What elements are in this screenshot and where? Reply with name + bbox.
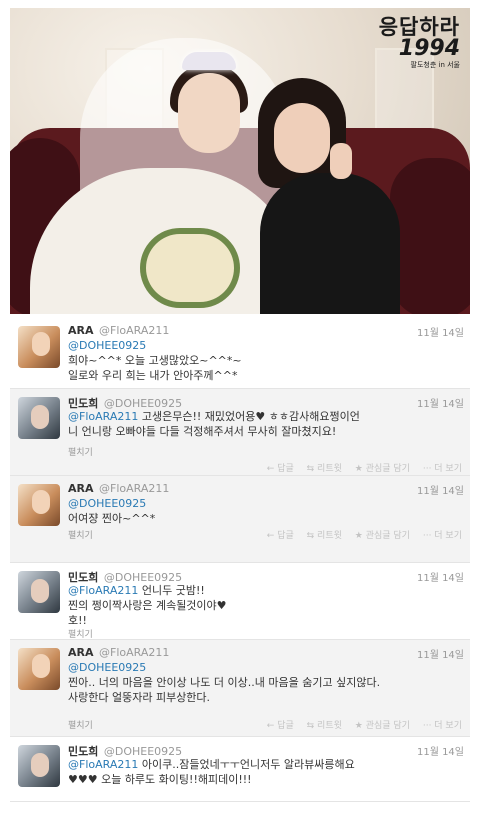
tweet-line: 사랑한다 얼뚱자라 피부상한다. (68, 691, 211, 704)
friend-face (274, 103, 330, 173)
tweet-text: @FloARA211 언니두 굿밤!! 찐의 쩡이짝사랑은 계속될것이야♥ 호!… (68, 583, 458, 628)
favorite-button[interactable]: ★ 관심글 담기 (355, 464, 410, 474)
tweet[interactable]: 민도희 @DOHEE0925 11월 14일 @FloARA211 언니두 굿밤… (10, 563, 470, 640)
tweet-line: 어여쟝 찐아~^^* (68, 512, 156, 525)
mention-link[interactable]: @FloARA211 (68, 758, 138, 771)
mention-link[interactable]: @DOHEE0925 (68, 496, 458, 511)
tweet-actions: ← 답글 ⇆ 리트윗 ★ 관심글 담기 ··· 더 보기 (257, 528, 462, 541)
v-sign-hand (330, 143, 352, 179)
tweet-header: ARA @FloARA211 (68, 324, 169, 337)
retweet-button[interactable]: ⇆ 리트윗 (307, 721, 342, 731)
avatar[interactable] (18, 484, 60, 526)
expand-link[interactable]: 펼치기 (68, 718, 93, 731)
tweet-line: 니 언니랑 오빠야들 다들 걱정해주셔서 무사히 잘마쳤지요! (68, 425, 337, 438)
tweet-text: @FloARA211 아이쿠..잠들었네ㅜㅜ언니저두 알라뷰싸릉해요 ♥♥♥ 오… (68, 757, 458, 787)
more-button[interactable]: ··· 더 보기 (423, 531, 462, 541)
tweet-line: 아이쿠..잠들었네ㅜㅜ언니저두 알라뷰싸릉해요 (141, 758, 355, 771)
expand-link[interactable]: 펼치기 (68, 528, 93, 541)
reply-button[interactable]: ← 답글 (267, 464, 294, 474)
drama-logo: 응답하라 1994 팔도청춘 in 서울 (340, 16, 460, 70)
user-name[interactable]: ARA (68, 646, 94, 659)
tweet-date[interactable]: 11월 14일 (417, 324, 464, 339)
bouquet (140, 228, 240, 308)
tweet[interactable]: ARA @FloARA211 11월 14일 @DOHEE0925 찐아.. 너… (10, 640, 470, 737)
logo-subtitle: 팔도청춘 in 서울 (410, 61, 460, 69)
expand-link[interactable]: 펼치기 (68, 627, 93, 640)
tweet-header: ARA @FloARA211 (68, 482, 169, 495)
mention-link[interactable]: @FloARA211 (68, 410, 138, 423)
tweet-line: 언니두 굿밤!! (141, 584, 205, 597)
tweet-actions: ← 답글 ⇆ 리트윗 ★ 관심글 담기 ··· 더 보기 (257, 718, 462, 731)
tweet-header: ARA @FloARA211 (68, 646, 169, 659)
tweet-line: ♥♥♥ 오늘 하루도 화이팅!!해피데이!!! (68, 773, 252, 786)
retweet-button[interactable]: ⇆ 리트윗 (307, 531, 342, 541)
avatar[interactable] (18, 397, 60, 439)
tweet-date[interactable]: 11월 14일 (417, 646, 464, 661)
sofa-arm-right (390, 158, 470, 314)
tweet[interactable]: ARA @FloARA211 11월 14일 @DOHEE0925 어여쟝 찐아… (10, 476, 470, 563)
tweet-line: 일로와 우리 희는 내가 안아주께^^* (68, 369, 238, 382)
expand-link[interactable]: 펼치기 (68, 445, 93, 458)
tiara (182, 52, 236, 70)
tweet-text: @DOHEE0925 희야~^^* 오늘 고생많았오~^^*~ 일로와 우리 희… (68, 338, 458, 383)
logo-title: 응답하라 (378, 15, 460, 39)
tweet-line: 고생은무슨!! 재밌었어용♥ ㅎㅎ감사해요쩡이언 (141, 410, 360, 423)
tweet-line: 희야~^^* 오늘 고생많았오~^^*~ (68, 354, 242, 367)
tweet-date[interactable]: 11월 14일 (417, 743, 464, 758)
user-handle[interactable]: @FloARA211 (99, 482, 169, 495)
logo-year: 1994 (398, 36, 460, 61)
retweet-button[interactable]: ⇆ 리트윗 (307, 464, 342, 474)
avatar[interactable] (18, 326, 60, 368)
more-button[interactable]: ··· 더 보기 (423, 721, 462, 731)
favorite-button[interactable]: ★ 관심글 담기 (355, 531, 410, 541)
tweet-date[interactable]: 11월 14일 (417, 482, 464, 497)
bride-face (178, 73, 240, 153)
user-name[interactable]: ARA (68, 482, 94, 495)
tweet-text: @DOHEE0925 찐아.. 너의 마음을 안이상 나도 더 이상..내 마음… (68, 660, 458, 705)
tweet[interactable]: 민도희 @DOHEE0925 11월 14일 @FloARA211 고생은무슨!… (10, 389, 470, 476)
more-button[interactable]: ··· 더 보기 (423, 464, 462, 474)
tweet-date[interactable]: 11월 14일 (417, 569, 464, 584)
wedding-photo: 응답하라 1994 팔도청춘 in 서울 (10, 8, 470, 314)
tweet-line: 호!! (68, 614, 87, 627)
avatar[interactable] (18, 745, 60, 787)
favorite-button[interactable]: ★ 관심글 담기 (355, 721, 410, 731)
tweet[interactable]: ARA @FloARA211 11월 14일 @DOHEE0925 희야~^^*… (10, 318, 470, 389)
reply-button[interactable]: ← 답글 (267, 531, 294, 541)
tweet-text: @FloARA211 고생은무슨!! 재밌었어용♥ ㅎㅎ감사해요쩡이언 니 언니… (68, 409, 458, 439)
tweet-text: @DOHEE0925 어여쟝 찐아~^^* (68, 496, 458, 526)
avatar[interactable] (18, 571, 60, 613)
tweet-line: 찐아.. 너의 마음을 안이상 나도 더 이상..내 마음을 숨기고 싶지않다. (68, 676, 381, 689)
reply-button[interactable]: ← 답글 (267, 721, 294, 731)
tweet-feed: ARA @FloARA211 11월 14일 @DOHEE0925 희야~^^*… (0, 318, 480, 802)
avatar[interactable] (18, 648, 60, 690)
mention-link[interactable]: @DOHEE0925 (68, 660, 458, 675)
tweet[interactable]: 민도희 @DOHEE0925 11월 14일 @FloARA211 아이쿠..잠… (10, 737, 470, 802)
tweet-actions: ← 답글 ⇆ 리트윗 ★ 관심글 담기 ··· 더 보기 (257, 461, 462, 474)
tweet-date[interactable]: 11월 14일 (417, 395, 464, 410)
mention-link[interactable]: @DOHEE0925 (68, 338, 458, 353)
user-handle[interactable]: @FloARA211 (99, 324, 169, 337)
user-handle[interactable]: @FloARA211 (99, 646, 169, 659)
user-name[interactable]: ARA (68, 324, 94, 337)
tweet-line: 찐의 쩡이짝사랑은 계속될것이야♥ (68, 599, 227, 612)
mention-link[interactable]: @FloARA211 (68, 584, 138, 597)
friend-black-dress (260, 173, 400, 314)
